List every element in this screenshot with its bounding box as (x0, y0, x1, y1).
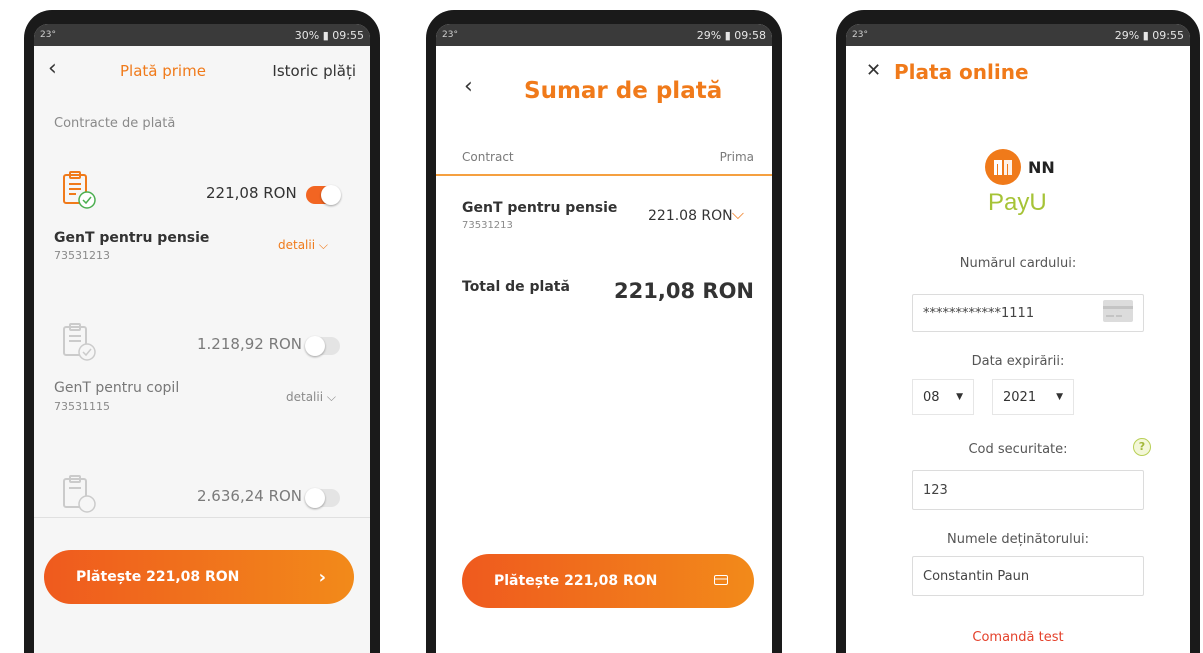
clipboard-check-icon (62, 322, 96, 366)
page-title: Plată prime (120, 62, 206, 80)
chevron-right-icon: › (318, 566, 326, 588)
help-icon[interactable]: ? (1133, 438, 1151, 456)
credit-card-icon (714, 573, 728, 589)
cardholder-input[interactable]: Constantin Paun (912, 556, 1144, 596)
cardholder-value: Constantin Paun (923, 568, 1030, 584)
card-number-input[interactable]: ************1111 (912, 294, 1144, 332)
contract-amount: 1.218,92 RON (197, 335, 303, 353)
payment-history-link[interactable]: Istoric plăți (272, 62, 356, 80)
caret-down-icon: ▼ (1056, 392, 1063, 402)
security-code-input[interactable]: 123 (912, 470, 1144, 510)
back-icon[interactable]: ‹ (464, 74, 473, 99)
contract-number: 73531115 (54, 400, 110, 413)
details-label: detalii (278, 238, 316, 252)
details-link[interactable]: detalii ⌵ (286, 390, 336, 405)
contract-amount: 2.636,24 RON (197, 487, 303, 505)
clipboard-check-icon (62, 474, 96, 518)
total-label: Total de plată (462, 279, 570, 295)
contract-amount: 221.08 RON (648, 208, 733, 224)
expiry-month-value: 08 (923, 389, 940, 405)
nn-logo (984, 148, 1022, 190)
contract-name: GenT pentru copil (54, 380, 180, 396)
status-left: 23° (442, 30, 458, 40)
card-number-label: Numărul cardului: (959, 256, 1077, 271)
column-prima: Prima (719, 150, 754, 164)
caret-down-icon: ▼ (956, 392, 963, 402)
details-label: detalii (286, 390, 324, 404)
header-divider (436, 174, 772, 176)
chevron-down-icon: ⌵ (326, 390, 336, 404)
nn-logo-text: NN (1028, 158, 1055, 177)
payu-logo: PayU (988, 189, 1047, 216)
total-amount: 221,08 RON (614, 279, 754, 303)
chevron-down-icon[interactable]: ⌵ (732, 204, 744, 224)
phone-payment-summary: 23° 29% ▮ 09:58 ‹ Sumar de plată Contrac… (426, 10, 782, 653)
status-left: 23° (40, 30, 56, 40)
expiry-year-value: 2021 (1003, 389, 1037, 405)
contract-number: 73531213 (462, 220, 513, 231)
section-title: Contracte de plată (54, 116, 176, 131)
credit-card-icon (1103, 300, 1133, 326)
expiry-year-select[interactable]: 2021 ▼ (992, 379, 1074, 415)
column-contract: Contract (462, 150, 514, 164)
screen-premium-payment: 23° 30% ▮ 09:55 ‹ Plată prime Istoric pl… (34, 24, 370, 653)
cardholder-label: Numele deținătorului: (946, 532, 1089, 547)
phone-online-payment: 23° 29% ▮ 09:55 ✕ Plata online NN PayU N… (836, 10, 1200, 653)
status-right: 29% ▮ 09:55 (1114, 28, 1184, 42)
security-code-value: 123 (923, 482, 948, 498)
pay-button[interactable]: Plătește 221,08 RON (462, 554, 754, 608)
contract-name: GenT pentru pensie (462, 200, 618, 216)
card-number-value: ************1111 (923, 305, 1035, 321)
chevron-down-icon: ⌵ (318, 238, 328, 252)
back-icon[interactable]: ‹ (48, 56, 57, 81)
contract-number: 73531213 (54, 249, 110, 262)
pay-button-label: Plătește 221,08 RON (494, 573, 658, 589)
contract-toggle[interactable] (306, 185, 341, 205)
pay-bar: Plătește 221,08 RON › (34, 517, 370, 653)
close-icon[interactable]: ✕ (866, 60, 881, 81)
screen-online-payment: 23° 29% ▮ 09:55 ✕ Plata online NN PayU N… (846, 24, 1190, 653)
status-right: 30% ▮ 09:55 (294, 28, 364, 42)
contract-toggle[interactable] (305, 336, 340, 356)
expiry-month-select[interactable]: 08 ▼ (912, 379, 974, 415)
phone-premium-payment: 23° 30% ▮ 09:55 ‹ Plată prime Istoric pl… (24, 10, 380, 653)
pay-button[interactable]: Plătește 221,08 RON › (44, 550, 354, 604)
page-title: Sumar de plată (524, 78, 723, 104)
pay-button-label: Plătește 221,08 RON (76, 569, 240, 585)
contract-name: GenT pentru pensie (54, 230, 210, 246)
status-left: 23° (852, 30, 868, 40)
status-bar: 23° 29% ▮ 09:55 (846, 24, 1190, 46)
expiry-label: Data expirării: (971, 354, 1065, 369)
status-bar: 23° 30% ▮ 09:55 (34, 24, 370, 46)
contract-amount: 221,08 RON (206, 184, 297, 202)
details-link[interactable]: detalii ⌵ (278, 238, 328, 253)
status-bar: 23° 29% ▮ 09:58 (436, 24, 772, 46)
contract-toggle[interactable] (305, 488, 340, 508)
page-title: Plata online (894, 60, 1029, 84)
screen-payment-summary: 23° 29% ▮ 09:58 ‹ Sumar de plată Contrac… (436, 24, 772, 653)
test-order-link[interactable]: Comandă test (846, 630, 1190, 645)
status-right: 29% ▮ 09:58 (696, 28, 766, 42)
clipboard-check-icon (62, 170, 96, 214)
